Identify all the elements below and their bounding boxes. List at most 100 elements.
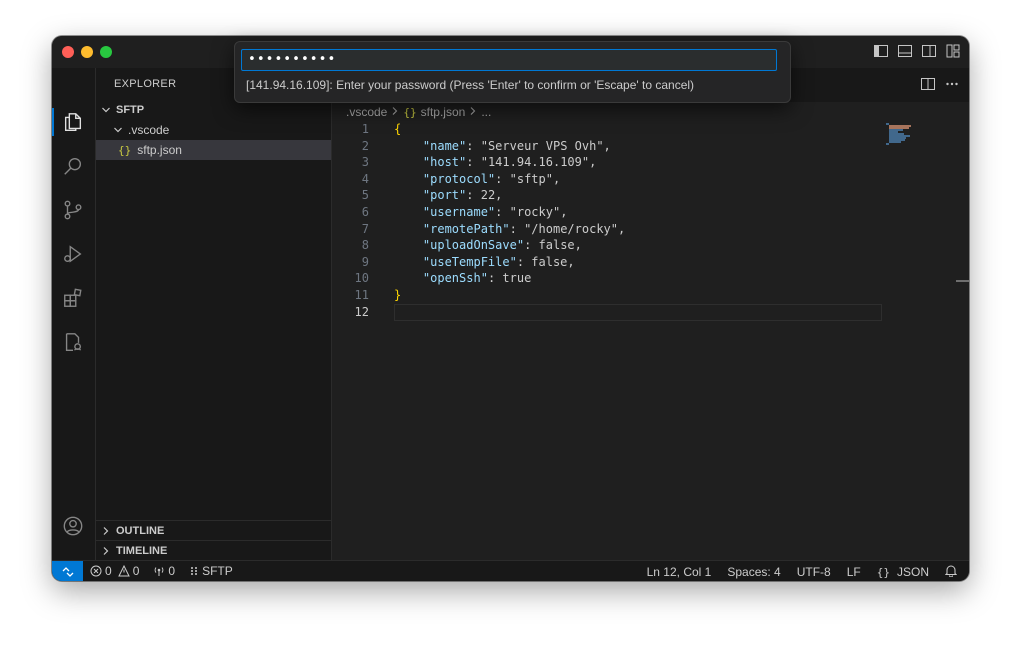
account-icon[interactable] — [61, 514, 85, 538]
code-line[interactable]: 12 — [332, 303, 882, 321]
explorer-icon[interactable] — [61, 110, 85, 134]
code-line[interactable]: 4 "protocol": "sftp", — [332, 171, 882, 188]
chevron-right-icon — [99, 524, 113, 538]
broadcast-icon — [155, 567, 164, 576]
json-language-icon: {} — [876, 565, 890, 579]
problems-indicator[interactable]: 0 0 — [90, 564, 139, 578]
status-bar: 0 0 0 SFTP Ln 12, Col 1 Spaces: 4 UTF-8 … — [52, 560, 969, 581]
code-text: "protocol": "sftp", — [422, 171, 561, 186]
editor-actions — [921, 77, 959, 94]
toggle-panel-icon[interactable] — [897, 43, 913, 59]
scrollbar-cursor-marker — [956, 280, 969, 282]
code-text: "host": "141.94.16.109", — [422, 155, 597, 170]
password-prompt-message: [141.94.16.109]: Enter your password (Pr… — [246, 78, 695, 92]
active-indicator — [52, 108, 54, 136]
code-text: "useTempFile": false, — [422, 254, 575, 269]
ports-count: 0 — [168, 564, 176, 578]
line-number: 1 — [361, 122, 369, 136]
notifications-bell-icon[interactable] — [944, 564, 958, 580]
language-label: JSON — [896, 565, 929, 579]
indentation[interactable]: Spaces: 4 — [727, 565, 780, 579]
sftp-indicator[interactable]: SFTP — [189, 564, 233, 578]
chevron-right-icon — [99, 544, 113, 558]
outline-section[interactable]: OUTLINE — [96, 520, 331, 541]
code-line[interactable]: 5 "port": 22, — [332, 187, 882, 204]
run-debug-icon[interactable] — [61, 242, 85, 266]
remote-indicator[interactable] — [52, 561, 83, 581]
more-actions-icon[interactable] — [945, 77, 959, 94]
outline-label: OUTLINE — [116, 525, 165, 537]
line-number: 4 — [361, 171, 369, 186]
search-icon[interactable] — [61, 154, 85, 178]
error-count: 0 — [105, 564, 112, 578]
chevron-right-icon — [469, 105, 477, 119]
code-text: "name": "Serveur VPS Ovh", — [422, 138, 611, 153]
line-number: 5 — [361, 188, 369, 203]
json-file-icon: {} — [118, 143, 132, 157]
warning-icon — [117, 565, 130, 577]
code-text: { — [394, 122, 402, 136]
chevron-down-icon — [111, 123, 125, 137]
code-line[interactable]: 6 "username": "rocky", — [332, 204, 882, 221]
line-number: 9 — [361, 254, 369, 269]
split-editor-icon[interactable] — [921, 77, 935, 94]
breadcrumb-folder[interactable]: .vscode — [346, 105, 387, 119]
line-number: 3 — [361, 155, 369, 170]
maximize-window-button[interactable] — [100, 46, 112, 58]
ports-indicator[interactable]: 0 — [153, 564, 175, 578]
toggle-secondary-sidebar-icon[interactable] — [921, 43, 937, 59]
code-line[interactable]: 9 "useTempFile": false, — [332, 254, 882, 271]
vscode-window: EXPLORER SFTP .vscode {} sftp.json OUTLI… — [52, 36, 969, 581]
code-line[interactable]: 2 "name": "Serveur VPS Ovh", — [332, 138, 882, 155]
close-window-button[interactable] — [62, 46, 74, 58]
line-number: 2 — [361, 138, 369, 153]
grip-icon — [191, 567, 198, 575]
remote-icon — [62, 566, 73, 577]
password-input[interactable]: •••••••••• — [241, 49, 777, 71]
quick-input-widget: •••••••••• [141.94.16.109]: Enter your p… — [234, 41, 791, 103]
sftp-label: SFTP — [202, 564, 233, 578]
customize-layout-icon[interactable] — [945, 43, 961, 59]
sidebar-title: EXPLORER — [114, 78, 177, 90]
toggle-primary-sidebar-icon[interactable] — [873, 43, 889, 59]
tree-root-folder[interactable]: SFTP — [96, 100, 331, 120]
code-line[interactable]: 8 "uploadOnSave": false, — [332, 237, 882, 254]
code-line[interactable]: 7 "remotePath": "/home/rocky", — [332, 221, 882, 238]
layout-controls — [873, 43, 961, 59]
timeline-section[interactable]: TIMELINE — [96, 540, 331, 561]
tree-folder-vscode[interactable]: .vscode — [96, 120, 331, 140]
cursor-position[interactable]: Ln 12, Col 1 — [647, 565, 712, 579]
explorer-sidebar: EXPLORER SFTP .vscode {} sftp.json OUTLI… — [96, 68, 332, 560]
source-control-icon[interactable] — [61, 198, 85, 222]
code-text: "remotePath": "/home/rocky", — [422, 221, 626, 236]
line-number: 12 — [354, 304, 369, 319]
line-number: 6 — [361, 205, 369, 219]
code-line[interactable]: 11} — [332, 287, 882, 304]
breadcrumb-file[interactable]: sftp.json — [421, 105, 466, 119]
folder-label: .vscode — [128, 123, 170, 137]
chevron-right-icon — [391, 105, 399, 119]
code-text: "uploadOnSave": false, — [422, 238, 582, 253]
code-text: "openSsh": true — [422, 271, 532, 286]
language-mode[interactable]: {} JSON — [877, 565, 929, 579]
minimize-window-button[interactable] — [81, 46, 93, 58]
remote-explorer-icon[interactable] — [61, 330, 85, 354]
code-line[interactable]: 1{ — [332, 121, 882, 138]
file-label: sftp.json — [137, 143, 182, 157]
breadcrumb-symbol[interactable]: ... — [481, 105, 491, 119]
minimap[interactable] — [884, 121, 924, 151]
encoding[interactable]: UTF-8 — [797, 565, 831, 579]
activity-bar — [52, 68, 96, 581]
line-number: 7 — [361, 221, 369, 236]
timeline-label: TIMELINE — [116, 545, 168, 557]
extensions-icon[interactable] — [61, 286, 85, 310]
error-icon — [90, 565, 102, 577]
line-number: 11 — [354, 288, 369, 302]
code-line[interactable]: 3 "host": "141.94.16.109", — [332, 154, 882, 171]
breadcrumb: .vscode {} sftp.json ... — [346, 103, 491, 121]
code-line[interactable]: 10 "openSsh": true — [332, 270, 882, 287]
end-of-line[interactable]: LF — [847, 565, 861, 579]
line-number: 8 — [361, 238, 369, 253]
tree-file-sftp-json[interactable]: {} sftp.json — [96, 140, 331, 160]
root-folder-label: SFTP — [116, 104, 145, 116]
